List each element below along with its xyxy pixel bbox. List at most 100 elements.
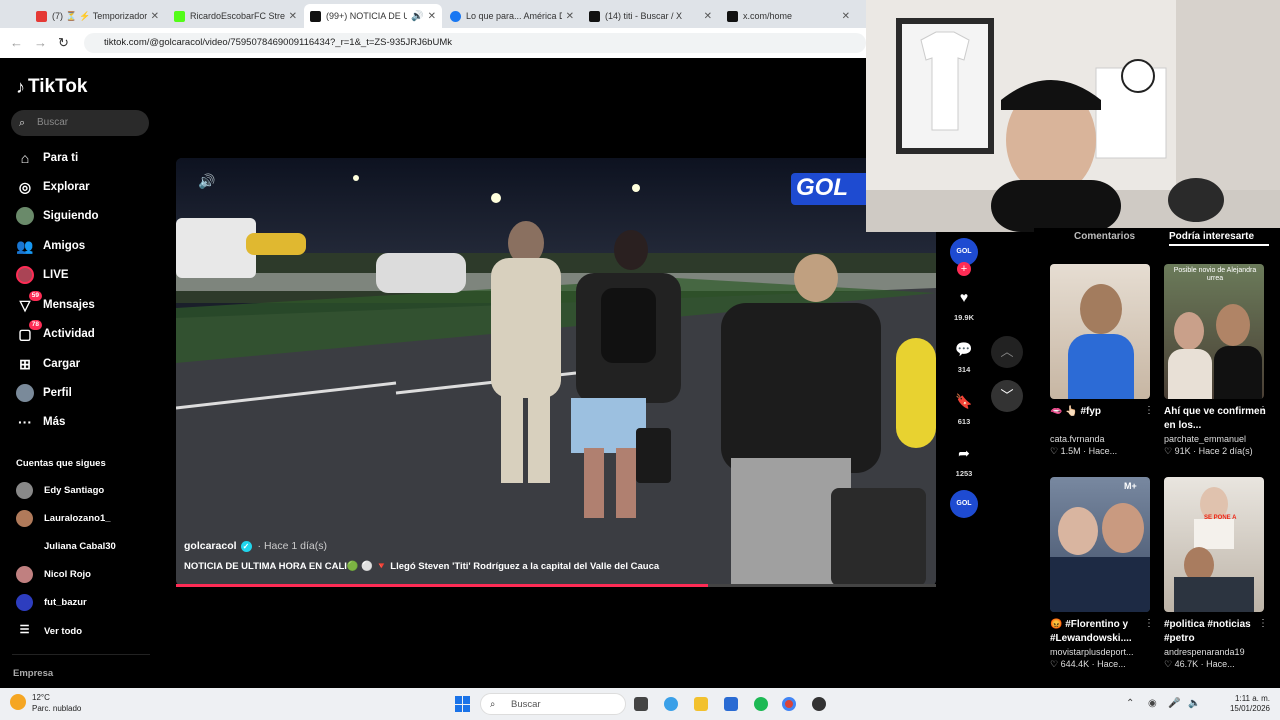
taskbar-search-placeholder: Buscar — [511, 699, 541, 710]
nav-item-mensajes[interactable]: ▽ 59 Mensajes — [16, 291, 95, 315]
search-input[interactable]: ⌕ Buscar — [11, 110, 149, 136]
browser-tab[interactable]: (14) titi - Buscar / X ✕ — [583, 4, 718, 28]
close-icon[interactable]: ✕ — [842, 11, 850, 22]
nav-item-live[interactable]: LIVE — [16, 265, 69, 285]
tiktok-logo[interactable]: ♪ TikTok — [16, 76, 87, 98]
speaker-icon[interactable]: 🔊 — [411, 11, 423, 22]
store-icon[interactable] — [724, 697, 738, 711]
nav-item-actividad[interactable]: ▢ 78 Actividad — [16, 320, 95, 344]
nav-item-siguiendo[interactable]: Siguiendo — [16, 206, 99, 226]
clock-date: 15/01/2026 — [1229, 704, 1270, 713]
video-frame: 🔊 — [176, 158, 936, 586]
browser-tab[interactable]: (7) ⏳ ⚡ Temporizador d ✕ — [30, 4, 165, 28]
browser-tab-active[interactable]: (99+) NOTICIA DE ULT 🔊 ✕ — [304, 4, 442, 28]
friends-icon: 👥 — [16, 237, 34, 254]
weather-widget[interactable]: 12°C Parc. nublado — [10, 692, 81, 714]
thumbnail-overlay-text: Posible novio de Alejandra urrea — [1173, 267, 1257, 282]
more-options-icon[interactable]: ⋮ — [1258, 618, 1268, 629]
previous-video-button[interactable]: ︿ — [991, 336, 1023, 368]
followed-account[interactable]: Juliana Cabal30 — [16, 537, 116, 555]
video-progress-bar[interactable] — [176, 584, 936, 587]
app-icon[interactable] — [812, 697, 826, 711]
video-player[interactable]: 🔊 GOL — [176, 158, 936, 586]
volume-icon[interactable]: 🔊 — [198, 172, 215, 190]
more-options-icon[interactable]: ⋮ — [1144, 618, 1154, 629]
volume-icon[interactable]: 🔈 — [1188, 698, 1200, 709]
video-author[interactable]: golcaracol ✓ · Hace 1 día(s) — [184, 540, 924, 552]
chrome-icon[interactable] — [782, 697, 796, 711]
browser-tab[interactable]: x.com/home ✕ — [721, 4, 856, 28]
home-icon: ⌂ — [20, 150, 30, 166]
activity-icon: ▢ 78 — [16, 320, 42, 343]
nav-item-para-ti[interactable]: ⌂ Para ti — [16, 148, 78, 168]
windows-start-icon[interactable] — [455, 696, 471, 712]
like-button[interactable]: ♥ 19.9K — [948, 283, 980, 322]
nav-item-perfil[interactable]: Perfil — [16, 383, 72, 403]
video-thumbnail — [1050, 264, 1150, 399]
browser-tab[interactable]: RicardoEscobarFC Stream ✕ — [168, 4, 303, 28]
avatar — [16, 593, 33, 611]
recommended-video-card[interactable]: SE PONE A #politica #noticias #petro and… — [1164, 477, 1268, 670]
followed-account[interactable]: fut_bazur — [16, 593, 87, 611]
heart-icon: ♥ — [959, 289, 969, 305]
close-icon[interactable]: ✕ — [566, 11, 574, 22]
next-video-button[interactable]: ﹀ — [991, 380, 1023, 412]
creator-avatar[interactable]: GOL + — [948, 238, 980, 276]
recommended-video-card[interactable]: 🫦 👆🏻 #fyp cata.fvrnanda ♡ 1.5M · Hace...… — [1050, 264, 1154, 457]
card-title: #politica #noticias #petro — [1164, 619, 1251, 644]
nav-item-amigos[interactable]: 👥 Amigos — [16, 236, 85, 256]
comment-button[interactable]: 💬 314 — [948, 335, 980, 374]
avatar — [16, 481, 33, 499]
browser-tab[interactable]: Lo que para... América D ✕ — [444, 4, 580, 28]
windows-taskbar: 12°C Parc. nublado ⌕ Buscar ⌃ ◉ 🎤 🔈 1:11… — [0, 688, 1280, 720]
close-icon[interactable]: ✕ — [704, 11, 712, 22]
url-input[interactable]: tiktok.com/@golcaracol/video/75950784690… — [84, 33, 866, 53]
search-placeholder: Buscar — [37, 117, 69, 128]
logo-text: TikTok — [28, 76, 88, 97]
save-button[interactable]: 🔖 613 — [948, 387, 980, 426]
sidebar: ♪ TikTok ⌕ Buscar ⌂ Para ti ◎ Explorar S… — [0, 58, 160, 688]
follow-plus-icon[interactable]: + — [957, 262, 971, 276]
followed-account[interactable]: Lauralozano1_ — [16, 509, 111, 527]
empresa-link[interactable]: Empresa — [13, 668, 53, 679]
tab-comentarios[interactable]: Comentarios — [1074, 231, 1135, 242]
account-name: Edy Santiago — [44, 484, 105, 496]
followed-account[interactable]: Edy Santiago — [16, 481, 104, 499]
nav-item-explorar[interactable]: ◎ Explorar — [16, 177, 90, 197]
close-icon[interactable]: ✕ — [428, 11, 436, 22]
task-view-icon[interactable] — [634, 697, 648, 711]
like-count: 19.9K — [953, 313, 974, 322]
recommended-video-card[interactable]: M+ 😡 #Florentino y #Lewandowski.... movi… — [1050, 477, 1154, 670]
edge-icon[interactable] — [664, 697, 678, 711]
nav-item-mas[interactable]: ··· Más — [16, 412, 65, 432]
spotify-icon[interactable] — [754, 697, 768, 711]
sound-button[interactable]: GOL — [948, 490, 980, 518]
close-icon[interactable]: ✕ — [289, 11, 297, 22]
search-icon: ⌕ — [19, 117, 26, 129]
microphone-icon[interactable]: 🎤 — [1168, 698, 1180, 709]
see-all-button[interactable]: ☰ Ver todo — [16, 622, 82, 640]
share-button[interactable]: ➦ 1253 — [948, 439, 980, 478]
chevron-up-icon[interactable]: ⌃ — [1126, 698, 1134, 709]
file-explorer-icon[interactable] — [694, 697, 708, 711]
taskbar-search[interactable]: ⌕ Buscar — [480, 693, 626, 715]
reload-icon[interactable]: ↻ — [58, 35, 69, 51]
facebook-icon — [450, 10, 461, 22]
account-name: Lauralozano1_ — [44, 512, 111, 524]
see-all-label: Ver todo — [44, 625, 83, 637]
share-count: 1253 — [955, 469, 973, 478]
network-icon[interactable]: ◉ — [1148, 698, 1157, 709]
tab-title: RicardoEscobarFC Stream — [190, 11, 285, 21]
verified-icon: ✓ — [240, 540, 252, 552]
back-icon[interactable]: ← — [10, 35, 23, 50]
tab-podria-interesarte[interactable]: Podría interesarte — [1169, 231, 1254, 242]
followed-account[interactable]: Nicol Rojo — [16, 565, 91, 583]
messages-badge: 59 — [28, 291, 42, 301]
taskbar-clock[interactable]: 1:11 a. m. 15/01/2026 — [1218, 694, 1270, 714]
more-options-icon[interactable]: ⋮ — [1258, 405, 1268, 416]
close-icon[interactable]: ✕ — [151, 11, 159, 22]
nav-item-cargar[interactable]: ⊞ Cargar — [16, 354, 80, 374]
recommended-video-card[interactable]: Posible novio de Alejandra urrea Ahí que… — [1164, 264, 1268, 457]
forward-icon[interactable]: → — [34, 35, 47, 50]
more-options-icon[interactable]: ⋮ — [1144, 405, 1154, 416]
